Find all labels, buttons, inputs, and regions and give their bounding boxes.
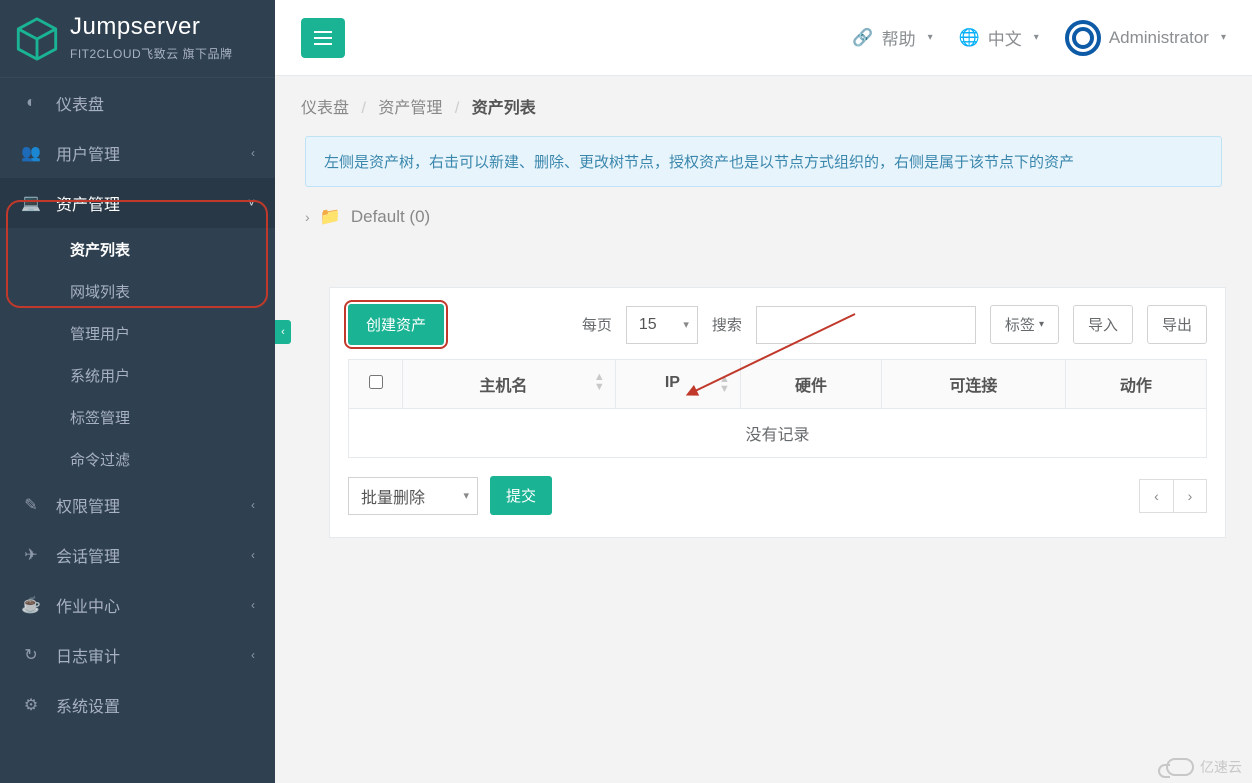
watermark-text: 亿速云 bbox=[1200, 757, 1242, 777]
brand: Jumpserver FIT2CLOUD飞致云 旗下品牌 bbox=[0, 0, 275, 78]
gear-icon: ⚙ bbox=[20, 695, 42, 715]
main: 仪表盘 / 资产管理 / 资产列表 左侧是资产树，右击可以新建、删除、更改树节点… bbox=[275, 76, 1252, 783]
perpage-label: 每页 bbox=[582, 314, 612, 335]
sidebar-item-label: 会话管理 bbox=[56, 543, 251, 567]
sidebar-sub-system-user[interactable]: 系统用户 bbox=[0, 354, 275, 396]
col-hostname[interactable]: 主机名▲▼ bbox=[403, 360, 616, 409]
globe-icon: 🌐 bbox=[959, 28, 980, 48]
chevron-left-icon: ‹ bbox=[251, 548, 255, 562]
user-menu[interactable]: Administrator ▾ bbox=[1065, 20, 1226, 56]
sidebar-item-users[interactable]: 👥 用户管理 ‹ bbox=[0, 128, 275, 178]
history-icon: ↻ bbox=[20, 645, 42, 665]
caret-down-icon: ▾ bbox=[1221, 32, 1226, 43]
help-label: 帮助 bbox=[882, 25, 916, 50]
chevron-left-icon: ‹ bbox=[251, 648, 255, 662]
sidebar-item-dashboard[interactable]: ◐ 仪表盘 bbox=[0, 78, 275, 128]
logo-icon bbox=[14, 16, 60, 62]
sidebar-item-perms[interactable]: ✎ 权限管理 ‹ bbox=[0, 480, 275, 530]
table-empty-text: 没有记录 bbox=[349, 409, 1207, 458]
sidebar-item-label: 仪表盘 bbox=[56, 91, 255, 115]
rocket-icon: ✈ bbox=[20, 545, 42, 565]
tree-node-label: Default (0) bbox=[351, 207, 430, 227]
sidebar-item-audits[interactable]: ↻ 日志审计 ‹ bbox=[0, 630, 275, 680]
col-hardware: 硬件 bbox=[740, 360, 881, 409]
language-dropdown[interactable]: 🌐 中文 ▾ bbox=[959, 25, 1039, 50]
users-icon: 👥 bbox=[20, 143, 42, 163]
sidebar-sub-asset-list[interactable]: 资产列表 bbox=[0, 228, 275, 270]
search-input[interactable] bbox=[756, 306, 976, 344]
brand-title: Jumpserver bbox=[70, 15, 233, 39]
prev-page-button[interactable]: ‹ bbox=[1139, 479, 1173, 513]
user-label: Administrator bbox=[1109, 28, 1209, 48]
sidebar-item-label: 权限管理 bbox=[56, 493, 251, 517]
breadcrumb-item[interactable]: 仪表盘 bbox=[301, 100, 349, 117]
toggle-sidebar-button[interactable] bbox=[301, 18, 345, 58]
pager: ‹ › bbox=[1139, 479, 1207, 513]
asset-toolbar: 创建资产 每页 15 搜索 标签 ▾ 导入 导出 bbox=[348, 304, 1207, 345]
select-all-checkbox[interactable] bbox=[369, 375, 383, 389]
sidebar-sub-cmd-filter[interactable]: 命令过滤 bbox=[0, 438, 275, 480]
coffee-icon: ☕ bbox=[20, 595, 42, 615]
info-banner: 左侧是资产树，右击可以新建、删除、更改树节点，授权资产也是以节点方式组织的，右侧… bbox=[305, 136, 1222, 187]
chevron-right-icon: › bbox=[305, 209, 310, 225]
submit-button[interactable]: 提交 bbox=[490, 476, 552, 515]
breadcrumb-sep: / bbox=[361, 100, 365, 117]
sidebar-item-label: 日志审计 bbox=[56, 643, 251, 667]
folder-icon: 📁 bbox=[320, 207, 341, 227]
language-label: 中文 bbox=[988, 25, 1022, 50]
gauge-icon: ◐ bbox=[20, 94, 42, 112]
chevron-left-icon: ‹ bbox=[251, 146, 255, 160]
col-action: 动作 bbox=[1065, 360, 1206, 409]
breadcrumb: 仪表盘 / 资产管理 / 资产列表 bbox=[301, 94, 1226, 118]
breadcrumb-item[interactable]: 资产管理 bbox=[378, 100, 442, 117]
help-link[interactable]: 🔗 帮助 ▾ bbox=[852, 25, 932, 50]
asset-table: 主机名▲▼ IP▲▼ 硬件 可连接 动作 没有记录 bbox=[348, 359, 1207, 458]
pencil-icon: ✎ bbox=[20, 495, 42, 515]
sidebar-item-label: 作业中心 bbox=[56, 593, 251, 617]
chevron-left-icon: ‹ bbox=[251, 498, 255, 512]
watermark: 亿速云 bbox=[1166, 757, 1242, 777]
sidebar-item-settings[interactable]: ⚙ 系统设置 bbox=[0, 680, 275, 730]
sidebar-item-label: 资产管理 bbox=[56, 191, 248, 215]
breadcrumb-sep: / bbox=[455, 100, 459, 117]
table-empty-row: 没有记录 bbox=[349, 409, 1207, 458]
next-page-button[interactable]: › bbox=[1173, 479, 1207, 513]
sort-icon: ▲▼ bbox=[594, 372, 605, 392]
sidebar-item-sessions[interactable]: ✈ 会话管理 ‹ bbox=[0, 530, 275, 580]
sidebar-sub-label-mgmt[interactable]: 标签管理 bbox=[0, 396, 275, 438]
caret-down-icon: ▾ bbox=[1039, 319, 1044, 330]
perpage-select[interactable]: 15 bbox=[626, 306, 698, 344]
sidebar-item-label: 用户管理 bbox=[56, 141, 251, 165]
asset-tree-root[interactable]: › 📁 Default (0) bbox=[305, 207, 1226, 227]
avatar-icon bbox=[1065, 20, 1101, 56]
asset-panel: 创建资产 每页 15 搜索 标签 ▾ 导入 导出 主机名▲▼ IP▲▼ 硬件 可… bbox=[329, 287, 1226, 538]
sidebar-item-label: 系统设置 bbox=[56, 693, 255, 717]
col-connectable: 可连接 bbox=[882, 360, 1066, 409]
breadcrumb-current: 资产列表 bbox=[472, 100, 536, 117]
sort-icon: ▲▼ bbox=[719, 374, 730, 394]
sidebar-item-assets[interactable]: 💻 资产管理 ˅ bbox=[0, 178, 275, 228]
panel-footer: 批量删除 提交 ‹ › bbox=[348, 476, 1207, 515]
chevron-left-icon: ‹ bbox=[251, 598, 255, 612]
watermark-icon bbox=[1166, 758, 1194, 776]
topbar: 🔗 帮助 ▾ 🌐 中文 ▾ Administrator ▾ bbox=[275, 0, 1252, 76]
create-asset-button[interactable]: 创建资产 bbox=[348, 304, 444, 345]
bulk-action-select[interactable]: 批量删除 bbox=[348, 477, 478, 515]
sidebar: Jumpserver FIT2CLOUD飞致云 旗下品牌 ◐ 仪表盘 👥 用户管… bbox=[0, 0, 275, 783]
sidebar-item-jobs[interactable]: ☕ 作业中心 ‹ bbox=[0, 580, 275, 630]
search-label: 搜索 bbox=[712, 314, 742, 335]
link-icon: 🔗 bbox=[852, 28, 873, 48]
caret-down-icon: ▾ bbox=[928, 32, 933, 43]
brand-subtitle: FIT2CLOUD飞致云 旗下品牌 bbox=[70, 45, 233, 62]
import-button[interactable]: 导入 bbox=[1073, 305, 1133, 344]
sidebar-sub-admin-user[interactable]: 管理用户 bbox=[0, 312, 275, 354]
chevron-down-icon: ˅ bbox=[248, 196, 255, 210]
col-ip[interactable]: IP▲▼ bbox=[615, 360, 740, 409]
tags-dropdown[interactable]: 标签 ▾ bbox=[990, 305, 1059, 344]
caret-down-icon: ▾ bbox=[1034, 32, 1039, 43]
export-button[interactable]: 导出 bbox=[1147, 305, 1207, 344]
sidebar-sub-domain-list[interactable]: 网域列表 bbox=[0, 270, 275, 312]
laptop-icon: 💻 bbox=[20, 193, 42, 213]
